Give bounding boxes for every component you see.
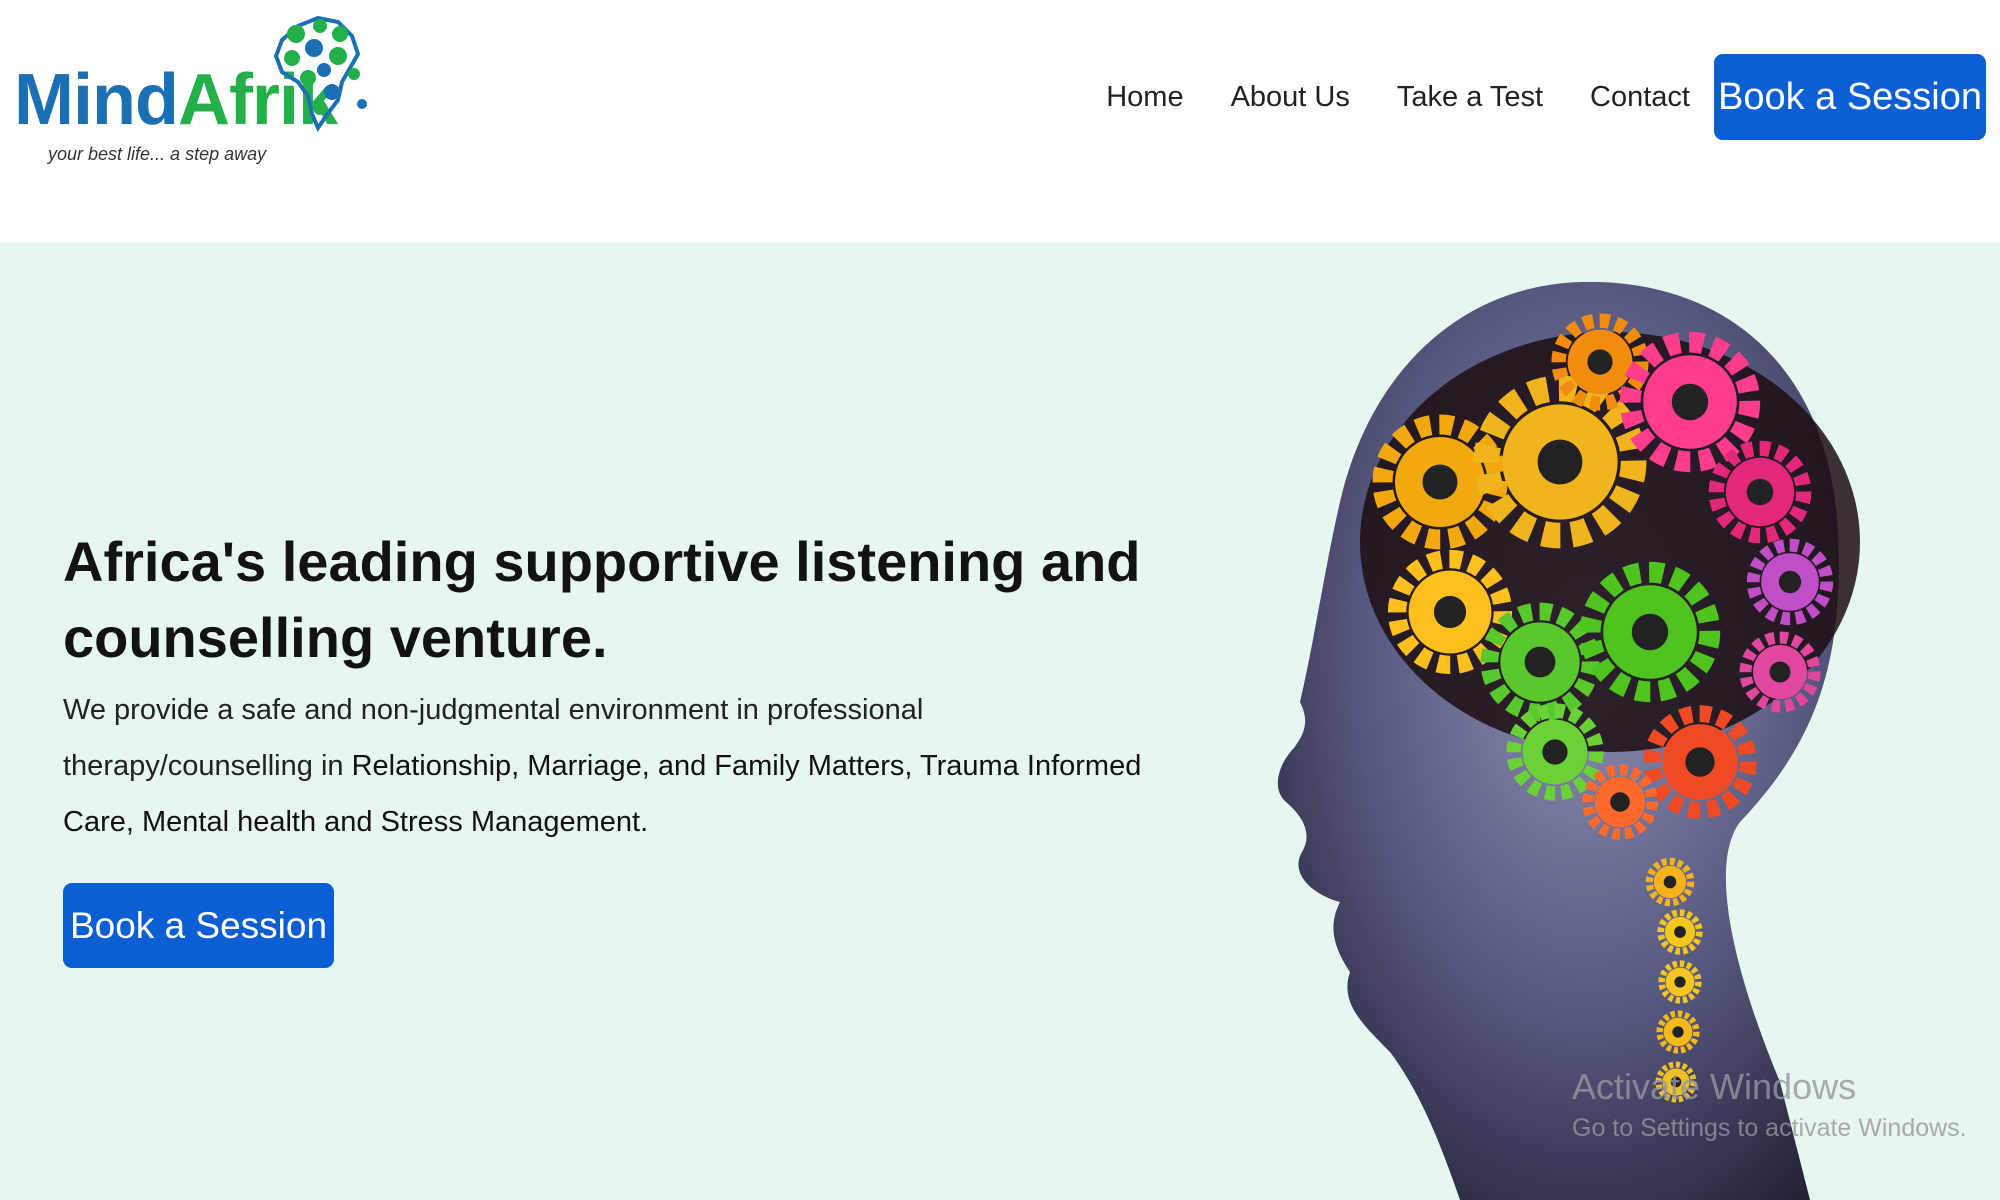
site-header: MindAfrik your best life... a step away …	[0, 0, 2000, 242]
main-nav: Home About Us Take a Test Contact Book a…	[1106, 54, 1986, 140]
brain-gears-head-illustration	[1277, 282, 1860, 1200]
hero-book-session-button[interactable]: Book a Session	[63, 883, 334, 968]
nav-contact-link[interactable]: Contact	[1590, 81, 1690, 114]
windows-activation-watermark: Activate Windows Go to Settings to activ…	[1572, 1066, 1967, 1143]
nav-about-link[interactable]: About Us	[1231, 81, 1350, 114]
nav-take-test-link[interactable]: Take a Test	[1397, 81, 1543, 114]
brand-logo[interactable]: MindAfrik your best life... a step away	[14, 12, 374, 172]
hero-title: Africa's leading supportive listening an…	[63, 530, 1141, 669]
logo-tagline: your best life... a step away	[48, 144, 267, 164]
hero-section: Africa's leading supportive listening an…	[0, 242, 2000, 1200]
nav-home-link[interactable]: Home	[1106, 81, 1183, 114]
hero-description: We provide a safe and non-judgmental env…	[63, 682, 1163, 850]
logo-wordmark-mind: Mind	[14, 60, 179, 140]
watermark-subtitle: Go to Settings to activate Windows.	[1572, 1114, 1967, 1142]
africa-map-icon	[273, 15, 367, 133]
watermark-title: Activate Windows	[1572, 1066, 1857, 1107]
header-book-session-button[interactable]: Book a Session	[1714, 54, 1986, 140]
